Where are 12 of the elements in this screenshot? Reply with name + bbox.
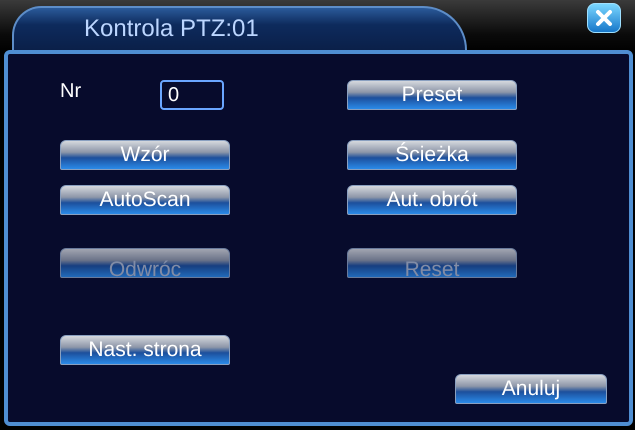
action-button[interactable]: Ścieżka bbox=[347, 140, 517, 170]
action-button[interactable]: AutoScan bbox=[60, 185, 230, 215]
number-label: Nr bbox=[60, 80, 82, 102]
action-button[interactable]: Wzór bbox=[60, 140, 230, 170]
close-button[interactable] bbox=[587, 3, 621, 33]
close-icon bbox=[595, 9, 613, 27]
window-title: Kontrola PTZ:01 bbox=[84, 15, 259, 43]
action-button[interactable]: Preset bbox=[347, 80, 517, 110]
cancel-button[interactable]: Anuluj bbox=[455, 374, 607, 404]
number-field[interactable]: 0 bbox=[160, 80, 224, 110]
action-button[interactable]: Aut. obrót bbox=[347, 185, 517, 215]
action-button[interactable]: Nast. strona bbox=[60, 335, 230, 365]
